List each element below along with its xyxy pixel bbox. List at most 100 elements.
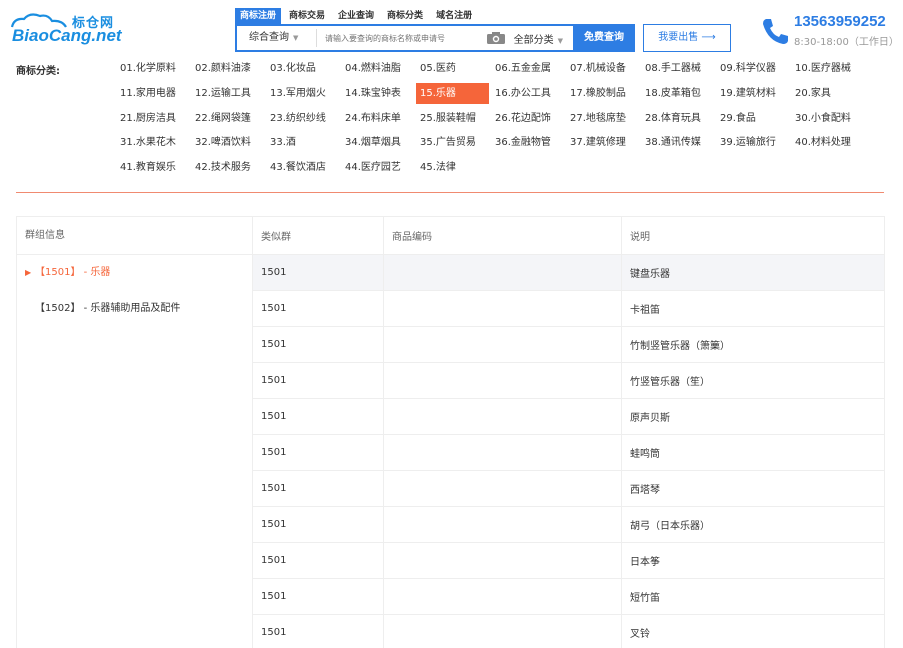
category-item[interactable]: 08.手工器械 xyxy=(641,58,716,79)
category-item[interactable]: 25.服装鞋帽 xyxy=(416,108,491,129)
cell-description: 叉铃 xyxy=(621,614,885,648)
category-item[interactable]: 21.厨房洁具 xyxy=(116,108,191,129)
category-item[interactable]: 34.烟草烟具 xyxy=(341,132,416,153)
nav-domain-register[interactable]: 域名注册 xyxy=(431,8,477,24)
category-item[interactable]: 27.地毯席垫 xyxy=(566,108,641,129)
category-item[interactable]: 24.布料床单 xyxy=(341,108,416,129)
cell-description: 竹竖管乐器（笙） xyxy=(621,362,885,399)
nav-trademark-class[interactable]: 商标分类 xyxy=(382,8,428,24)
category-item[interactable]: 09.科学仪器 xyxy=(716,58,791,79)
search-type-select[interactable]: 综合查询 ▼ xyxy=(237,29,317,47)
category-item[interactable]: 36.金融物管 xyxy=(491,132,566,153)
cell-similar-group: 1501 xyxy=(252,578,384,615)
category-item[interactable]: 16.办公工具 xyxy=(491,83,566,104)
nav-trademark-trade[interactable]: 商标交易 xyxy=(284,8,330,24)
top-nav: 商标注册 商标交易 企业查询 商标分类 域名注册 xyxy=(235,8,480,24)
nav-trademark-register[interactable]: 商标注册 xyxy=(235,8,282,24)
cell-goods-code xyxy=(383,506,622,543)
category-item[interactable]: 26.花边配饰 xyxy=(491,108,566,129)
search-button[interactable]: 免费查询 xyxy=(573,24,635,52)
caret-right-icon: ▶ xyxy=(25,268,32,277)
category-item[interactable]: 38.通讯传媒 xyxy=(641,132,716,153)
category-item[interactable]: 44.医疗园艺 xyxy=(341,157,416,178)
cell-description: 键盘乐器 xyxy=(621,254,885,291)
category-item[interactable]: 28.体育玩具 xyxy=(641,108,716,129)
cell-goods-code xyxy=(383,362,622,399)
site-logo[interactable]: 标仓网 BiaoCang.net xyxy=(8,12,122,48)
category-item[interactable]: 37.建筑修理 xyxy=(566,132,641,153)
category-item[interactable]: 32.啤酒饮料 xyxy=(191,132,266,153)
sell-button[interactable]: 我要出售 ⟶ xyxy=(643,24,731,52)
category-item[interactable]: 31.水果花木 xyxy=(116,132,191,153)
group-panel-header: 群组信息 xyxy=(17,217,252,255)
category-item[interactable]: 11.家用电器 xyxy=(116,83,191,104)
category-item[interactable]: 05.医药 xyxy=(416,58,491,79)
chevron-down-icon: ▼ xyxy=(293,34,299,42)
category-item[interactable]: 17.橡胶制品 xyxy=(566,83,641,104)
category-item[interactable]: 03.化妆品 xyxy=(266,58,341,79)
category-item[interactable]: 42.技术服务 xyxy=(191,157,266,178)
cell-similar-group: 1501 xyxy=(252,326,384,363)
category-item[interactable]: 18.皮革箱包 xyxy=(641,83,716,104)
cell-goods-code xyxy=(383,254,622,291)
category-item[interactable]: 07.机械设备 xyxy=(566,58,641,79)
table-row: 1501 卡祖笛 xyxy=(252,290,885,327)
cell-similar-group: 1501 xyxy=(252,470,384,507)
category-item[interactable]: 20.家具 xyxy=(791,83,866,104)
table-row: 1501 叉铃 xyxy=(252,614,885,648)
category-item[interactable]: 22.绳网袋篷 xyxy=(191,108,266,129)
category-item[interactable]: 12.运输工具 xyxy=(191,83,266,104)
category-item[interactable]: 19.建筑材料 xyxy=(716,83,791,104)
category-item[interactable]: 01.化学原料 xyxy=(116,58,191,79)
cell-goods-code xyxy=(383,290,622,327)
category-item[interactable]: 04.燃料油脂 xyxy=(341,58,416,79)
search-type-label: 综合查询 xyxy=(249,32,289,43)
search-input[interactable] xyxy=(317,26,486,50)
category-item[interactable]: 43.餐饮酒店 xyxy=(266,157,341,178)
category-item[interactable]: 33.酒 xyxy=(266,132,341,153)
cell-similar-group: 1501 xyxy=(252,506,384,543)
category-item[interactable]: 23.纺织纱线 xyxy=(266,108,341,129)
column-header-goods-code: 商品编码 xyxy=(383,216,622,255)
category-item[interactable]: 45.法律 xyxy=(416,157,491,178)
cell-goods-code xyxy=(383,614,622,648)
category-item[interactable]: 13.军用烟火 xyxy=(266,83,341,104)
category-label: 商标分类: xyxy=(16,66,60,77)
category-filter-select[interactable]: 全部分类 ▼ xyxy=(514,31,563,46)
table-row: 1501 胡弓（日本乐器） xyxy=(252,506,885,543)
category-item[interactable]: 15.乐器 xyxy=(416,82,489,104)
cell-goods-code xyxy=(383,326,622,363)
category-item[interactable]: 40.材料处理 xyxy=(791,132,866,153)
category-item[interactable]: 41.教育娱乐 xyxy=(116,157,191,178)
category-item[interactable]: 30.小食配料 xyxy=(791,108,866,129)
cell-description: 竹制竖管乐器（箫篥） xyxy=(621,326,885,363)
table-row: 1501 竹竖管乐器（笙） xyxy=(252,362,885,399)
contact-hours: 8:30-18:00（工作日） xyxy=(794,37,899,48)
cell-similar-group: 1501 xyxy=(252,254,384,291)
table-row: 1501 西塔琴 xyxy=(252,470,885,507)
column-header-description: 说明 xyxy=(621,216,885,255)
table-row: 1501 日本筝 xyxy=(252,542,885,579)
category-item[interactable]: 02.颜料油漆 xyxy=(191,58,266,79)
category-item[interactable]: 10.医疗器械 xyxy=(791,58,866,79)
table-header-row: 类似群 商品编码 说明 xyxy=(252,216,885,255)
category-item[interactable]: 14.珠宝钟表 xyxy=(341,83,416,104)
nav-company-search[interactable]: 企业查询 xyxy=(333,8,379,24)
cell-description: 蛙鸣筒 xyxy=(621,434,885,471)
category-item[interactable]: 39.运输旅行 xyxy=(716,132,791,153)
group-item-1501[interactable]: ▶ 【1501】 - 乐器 xyxy=(17,255,252,291)
group-item-label: 【1501】 - 乐器 xyxy=(35,267,111,278)
goods-table: 类似群 商品编码 说明 1501 键盘乐器 1501 卡祖笛 1501 竹制竖管乐器（箫篥… xyxy=(252,216,885,648)
table-row: 1501 竹制竖管乐器（箫篥） xyxy=(252,326,885,363)
group-panel: 群组信息 ▶ 【1501】 - 乐器 【1502】 - 乐器辅助用品及配件 xyxy=(16,216,252,648)
category-item[interactable]: 35.广告贸易 xyxy=(416,132,491,153)
cell-goods-code xyxy=(383,398,622,435)
table-row: 1501 原声贝斯 xyxy=(252,398,885,435)
camera-icon[interactable] xyxy=(486,31,506,45)
logo-text-en: BiaoCang.net xyxy=(12,26,122,45)
category-item[interactable]: 29.食品 xyxy=(716,108,791,129)
group-item-1502[interactable]: 【1502】 - 乐器辅助用品及配件 xyxy=(17,291,252,327)
contact-phone[interactable]: 13563959252 xyxy=(794,13,886,30)
group-item-label: 【1502】 - 乐器辅助用品及配件 xyxy=(35,303,181,314)
category-item[interactable]: 06.五金金属 xyxy=(491,58,566,79)
